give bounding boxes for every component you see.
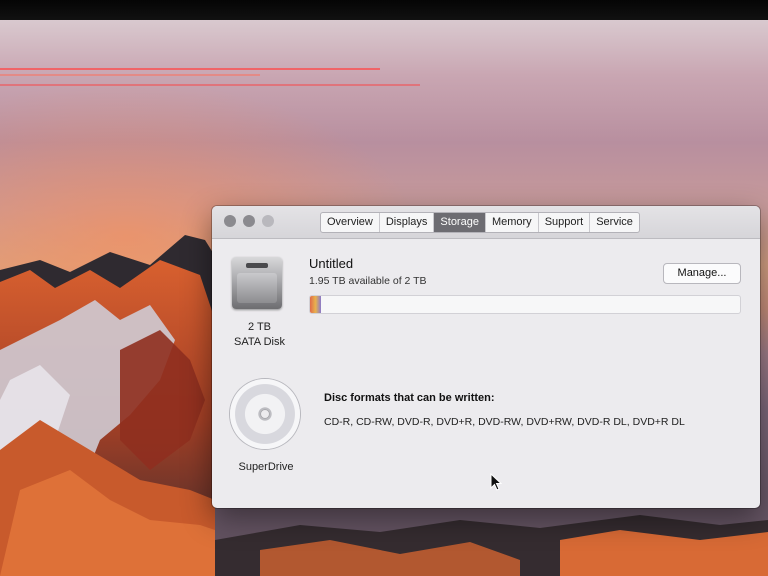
window-titlebar: Overview Displays Storage Memory Support… bbox=[212, 206, 760, 239]
hard-disk-slot bbox=[246, 263, 268, 268]
disc-formats-title: Disc formats that can be written: bbox=[324, 392, 495, 404]
close-window-button[interactable] bbox=[224, 215, 236, 227]
hard-disk-face bbox=[237, 273, 277, 303]
disc-center-hole bbox=[260, 409, 270, 419]
disk-type: SATA Disk bbox=[234, 336, 285, 348]
minimize-window-button[interactable] bbox=[243, 215, 255, 227]
storage-used-segment bbox=[310, 296, 321, 313]
storage-pane: 2 TB SATA Disk Untitled 1.95 TB availabl… bbox=[212, 239, 760, 508]
manage-button[interactable]: Manage... bbox=[663, 263, 741, 284]
mouse-pointer-icon bbox=[490, 473, 502, 491]
optical-disc-icon bbox=[230, 379, 300, 449]
storage-usage-bar bbox=[309, 295, 741, 314]
tab-bar: Overview Displays Storage Memory Support… bbox=[320, 212, 640, 233]
tab-memory[interactable]: Memory bbox=[486, 213, 539, 232]
superdrive-label: SuperDrive bbox=[238, 461, 294, 473]
tab-support[interactable]: Support bbox=[539, 213, 591, 232]
system-information-window: Overview Displays Storage Memory Support… bbox=[212, 206, 760, 508]
zoom-window-button[interactable] bbox=[262, 215, 274, 227]
disk-capacity: 2 TB bbox=[247, 321, 272, 333]
volume-name: Untitled bbox=[309, 256, 354, 271]
disc-formats-list: CD-R, CD-RW, DVD-R, DVD+R, DVD-RW, DVD+R… bbox=[324, 416, 685, 428]
tab-overview[interactable]: Overview bbox=[321, 213, 380, 232]
tab-displays[interactable]: Displays bbox=[380, 213, 435, 232]
tab-storage[interactable]: Storage bbox=[434, 213, 486, 232]
tab-service[interactable]: Service bbox=[590, 213, 639, 232]
volume-availability: 1.95 TB available of 2 TB bbox=[309, 275, 427, 287]
monitor-bezel bbox=[0, 0, 768, 20]
hard-disk-icon bbox=[232, 257, 282, 309]
